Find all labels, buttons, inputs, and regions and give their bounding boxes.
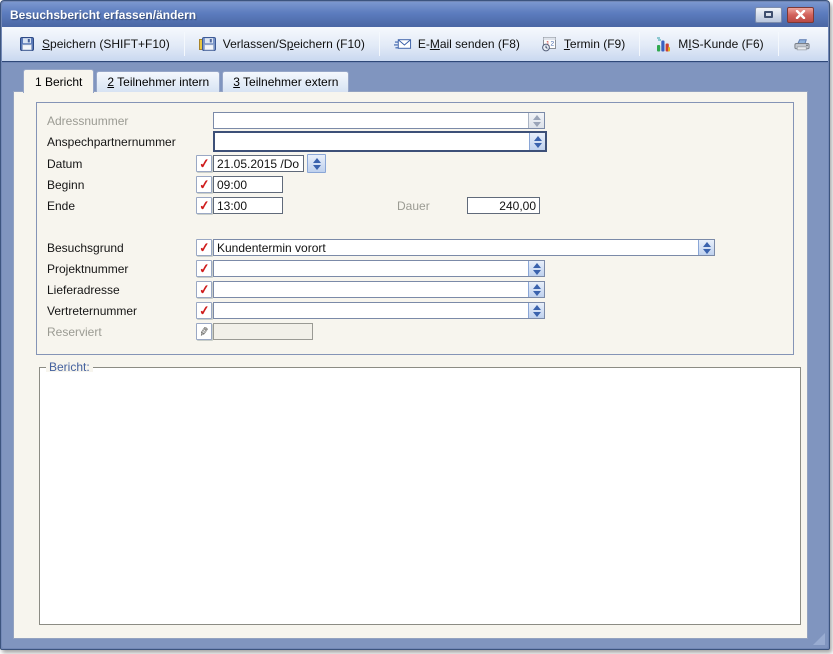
- vertreternummer-combo: [213, 302, 545, 319]
- dauer-input[interactable]: [467, 197, 540, 214]
- beginn-input[interactable]: [213, 176, 283, 193]
- window-title: Besuchsbericht erfassen/ändern: [10, 8, 196, 22]
- vertreternummer-input[interactable]: [214, 303, 528, 318]
- projektnummer-combo: [213, 260, 545, 277]
- besuchsgrund-input[interactable]: [214, 240, 698, 255]
- calendar-icon: 1 2: [540, 36, 558, 52]
- dauer-label: Dauer: [397, 199, 430, 213]
- close-icon: [795, 10, 806, 19]
- email-button[interactable]: E-Mail senden (F8): [384, 30, 530, 58]
- resize-grip[interactable]: [813, 633, 825, 645]
- save-icon: [18, 36, 36, 52]
- termin-button[interactable]: 1 2 Termin (F9): [530, 30, 635, 58]
- reserviert-edit-icon[interactable]: ✎: [196, 323, 212, 340]
- row-vertreternummer: Vertreternummer ✓: [14, 302, 807, 323]
- tab-teilnehmer-intern[interactable]: 2 Teilnehmer intern: [96, 71, 220, 92]
- row-beginn: Beginn ✓: [14, 176, 807, 197]
- vertreternummer-check-icon[interactable]: ✓: [196, 302, 212, 319]
- adressnummer-input[interactable]: [214, 113, 528, 128]
- besuchsgrund-check-icon[interactable]: ✓: [196, 239, 212, 256]
- save-button-label: Speichern (SHIFT+F10): [42, 37, 170, 51]
- save-button[interactable]: Speichern (SHIFT+F10): [8, 30, 180, 58]
- anspechpartnernummer-combo: [213, 131, 547, 152]
- anspechpartnernummer-input[interactable]: [215, 133, 529, 150]
- projektnummer-spinner[interactable]: [528, 261, 544, 276]
- print-button[interactable]: [783, 30, 821, 58]
- ende-label: Ende: [47, 199, 75, 213]
- tab-teilnehmer-extern[interactable]: 3 Teilnehmer extern: [222, 71, 349, 92]
- projektnummer-input[interactable]: [214, 261, 528, 276]
- save-exit-button-label: Verlassen/Speichern (F10): [223, 37, 365, 51]
- bar-chart-icon: [654, 36, 672, 52]
- email-button-label: E-Mail senden (F8): [418, 37, 520, 51]
- mis-kunde-button[interactable]: MIS-Kunde (F6): [644, 30, 773, 58]
- close-button[interactable]: [787, 7, 814, 23]
- row-ende: Ende ✓ Dauer: [14, 197, 807, 218]
- datum-check-icon[interactable]: ✓: [196, 155, 212, 172]
- vertreternummer-spinner[interactable]: [528, 303, 544, 318]
- bericht-groupbox: Bericht:: [39, 367, 801, 625]
- reserviert-label: Reserviert: [47, 325, 102, 339]
- toolbar-separator: [639, 32, 640, 56]
- reserviert-input[interactable]: [213, 323, 313, 340]
- besuchsgrund-spinner[interactable]: [698, 240, 714, 255]
- ende-check-icon[interactable]: ✓: [196, 197, 212, 214]
- lieferadresse-spinner[interactable]: [528, 282, 544, 297]
- datum-input[interactable]: [213, 155, 304, 172]
- adressnummer-combo: [213, 112, 545, 129]
- minimize-icon: [764, 11, 773, 18]
- anspechpartnernummer-label: Anspechpartnernummer: [47, 135, 176, 149]
- dialog-body: 1 Bericht 2 Teilnehmer intern 3 Teilnehm…: [2, 63, 828, 648]
- lieferadresse-combo: [213, 281, 545, 298]
- beginn-check-icon[interactable]: ✓: [196, 176, 212, 193]
- toolbar-separator: [184, 32, 185, 56]
- row-adressnummer: Adressnummer: [14, 112, 807, 133]
- minimize-button[interactable]: [755, 7, 782, 23]
- datum-spinner[interactable]: [307, 154, 326, 173]
- tab-bericht[interactable]: 1 Bericht: [23, 69, 94, 93]
- anspechpartnernummer-spinner[interactable]: [529, 133, 545, 150]
- besuchsgrund-label: Besuchsgrund: [47, 241, 124, 255]
- ende-input[interactable]: [213, 197, 283, 214]
- besuchsgrund-combo: [213, 239, 715, 256]
- adressnummer-label: Adressnummer: [47, 114, 128, 128]
- row-datum: Datum ✓: [14, 155, 807, 176]
- printer-icon: [793, 36, 811, 52]
- bericht-textarea[interactable]: [41, 372, 799, 623]
- projektnummer-label: Projektnummer: [47, 262, 128, 276]
- row-projektnummer: Projektnummer ✓: [14, 260, 807, 281]
- title-bar: Besuchsbericht erfassen/ändern: [2, 2, 828, 27]
- row-reserviert: Reserviert ✎: [14, 323, 807, 344]
- vertreternummer-label: Vertreternummer: [47, 304, 137, 318]
- termin-button-label: Termin (F9): [564, 37, 625, 51]
- row-besuchsgrund: Besuchsgrund ✓: [14, 239, 807, 260]
- toolbar-separator: [778, 32, 779, 56]
- lieferadresse-input[interactable]: [214, 282, 528, 297]
- toolbar: Speichern (SHIFT+F10) Verlassen/Speicher…: [2, 27, 828, 62]
- tab-strip: 1 Bericht 2 Teilnehmer intern 3 Teilnehm…: [23, 69, 351, 92]
- lieferadresse-check-icon[interactable]: ✓: [196, 281, 212, 298]
- svg-text:2: 2: [550, 41, 554, 48]
- dialog-window: Besuchsbericht erfassen/ändern Speichern…: [0, 0, 830, 650]
- save-exit-button[interactable]: Verlassen/Speichern (F10): [189, 30, 375, 58]
- save-exit-icon: [199, 36, 217, 52]
- row-lieferadresse: Lieferadresse ✓: [14, 281, 807, 302]
- projektnummer-check-icon[interactable]: ✓: [196, 260, 212, 277]
- datum-label: Datum: [47, 157, 82, 171]
- toolbar-separator: [379, 32, 380, 56]
- tab-page-bericht: Adressnummer Anspechpartnernummer Datum …: [13, 91, 808, 639]
- lieferadresse-label: Lieferadresse: [47, 283, 120, 297]
- adressnummer-spinner[interactable]: [528, 113, 544, 128]
- beginn-label: Beginn: [47, 178, 84, 192]
- email-icon: [394, 36, 412, 52]
- mis-kunde-button-label: MIS-Kunde (F6): [678, 37, 763, 51]
- row-anspechpartnernummer: Anspechpartnernummer: [14, 133, 807, 154]
